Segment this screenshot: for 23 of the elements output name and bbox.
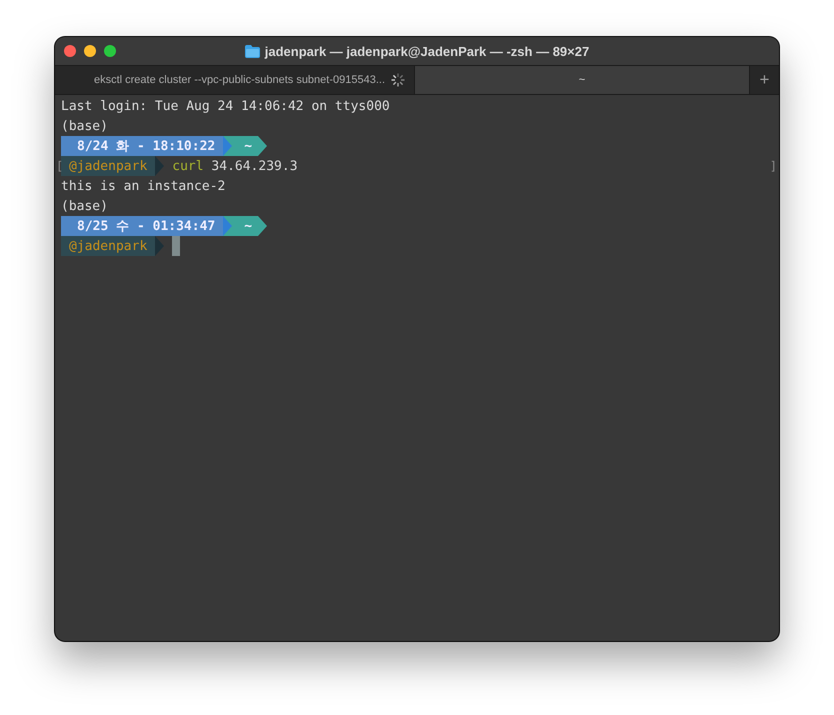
terminal-text: Last login: Tue Aug 24 14:06:42 on ttys000 (61, 98, 390, 114)
tab[interactable]: ~ (415, 66, 750, 94)
terminal-text: (base) (61, 118, 108, 134)
prompt-user: @jadenpark (61, 236, 156, 256)
folder-icon (244, 44, 260, 58)
minimize-button[interactable] (84, 45, 96, 57)
prompt-user: @jadenpark (61, 156, 156, 176)
terminal-text: this is an instance-2 (61, 178, 226, 194)
prompt-arrow (258, 216, 268, 236)
window-title: jadenpark — jadenpark@JadenPark — -zsh — 89×27 (264, 44, 590, 58)
prompt-directory: ~ (232, 216, 258, 236)
prompt-date: 8/25 수 - 01:34:47 (61, 216, 224, 236)
zoom-button[interactable] (104, 45, 116, 57)
close-button[interactable] (64, 45, 76, 57)
prompt-arrow (258, 136, 268, 156)
prompt-arrow (155, 156, 164, 176)
bracket-mark: ] (770, 159, 777, 173)
bracket-mark: [ (56, 159, 64, 173)
command-text: curl (172, 158, 205, 174)
command-argument: 34.64.239.3 (211, 158, 298, 174)
prompt-date: 8/24 화 - 18:10:22 (61, 136, 224, 156)
terminal-text: (base) (61, 198, 108, 214)
prompt-directory: ~ (232, 136, 258, 156)
